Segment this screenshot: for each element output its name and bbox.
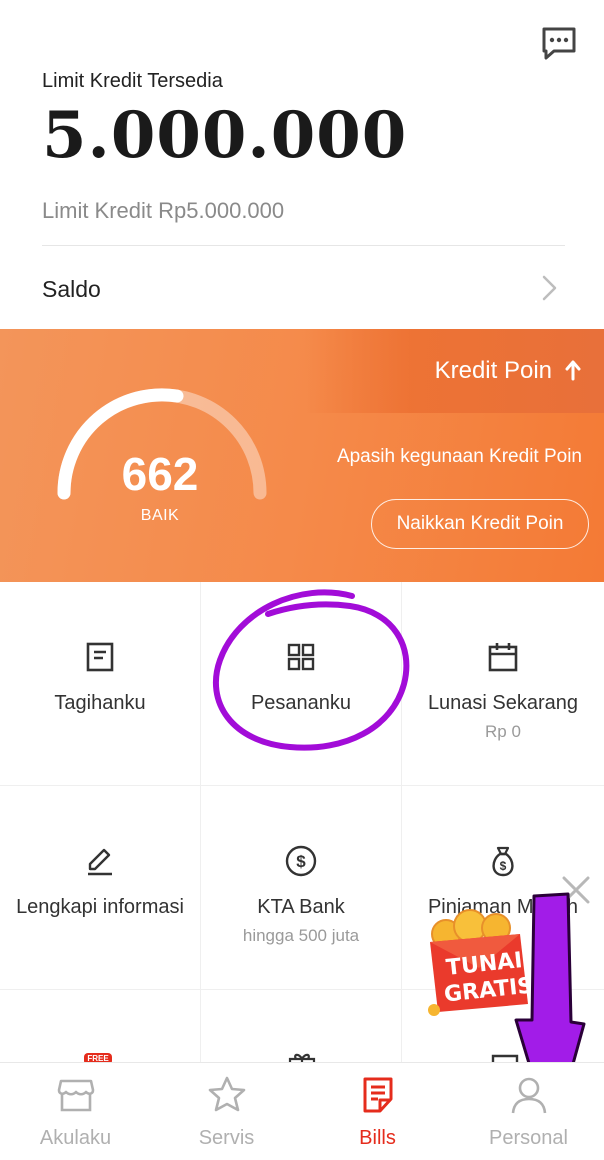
credit-point-info-link[interactable]: Apasih kegunaan Kredit Poin (337, 446, 582, 468)
grid-item-kta-bank[interactable]: $ KTA Bank hingga 500 juta (201, 786, 402, 990)
grid-item-sub: hingga 500 juta (242, 926, 360, 945)
cash-promo-banner[interactable]: TUNAI GRATIS (424, 908, 539, 1023)
credit-score-value: 662 (121, 448, 199, 500)
star-icon (208, 1076, 245, 1112)
grid-item-label: KTA Bank (257, 896, 345, 918)
bottom-navigation: Akulaku Servis Bills Personal (0, 1062, 604, 1160)
close-icon[interactable] (560, 874, 592, 906)
grid-item-pesananku[interactable]: Pesananku (201, 582, 402, 786)
grid-item-lengkapi-informasi[interactable]: Lengkapi informasi (0, 786, 201, 990)
svg-text:$: $ (500, 859, 507, 873)
grid-icon (287, 643, 315, 671)
saldo-row[interactable]: Saldo (0, 250, 604, 328)
grid-item-label: Pesananku (250, 692, 352, 714)
chat-icon[interactable] (540, 26, 578, 62)
nav-tab-label: Akulaku (39, 1127, 112, 1149)
credit-score-panel: Kredit Poin 662 BAIK Apasih kegunaan Kre… (0, 329, 604, 582)
raise-credit-button[interactable]: Naikkan Kredit Poin (371, 499, 589, 549)
chevron-right-icon (536, 274, 562, 302)
total-limit-text: Limit Kredit Rp5.000.000 (42, 198, 285, 223)
grid-item-label: Tagihanku (54, 692, 146, 714)
store-icon (57, 1079, 94, 1112)
grid-item-lunasi-sekarang[interactable]: Lunasi Sekarang Rp 0 (402, 582, 604, 786)
nav-tab-akulaku[interactable]: Akulaku (0, 1063, 151, 1160)
divider (42, 245, 565, 246)
grid-item-sub: Rp 0 (485, 722, 521, 741)
grid-item-tagihanku[interactable]: Tagihanku (0, 582, 201, 786)
grid-item-gift[interactable] (201, 990, 402, 1065)
svg-text:$: $ (296, 852, 306, 871)
calendar-icon (488, 643, 518, 672)
grid-item-label: Lengkapi informasi (16, 896, 184, 918)
nav-tab-label: Personal (489, 1127, 568, 1149)
nav-tab-label: Servis (198, 1127, 255, 1149)
nav-tab-servis[interactable]: Servis (151, 1063, 302, 1160)
money-bag-icon: $ (492, 846, 514, 877)
person-icon (511, 1077, 546, 1114)
nav-tab-label: Bills (359, 1127, 396, 1149)
dollar-circle-icon: $ (285, 845, 317, 877)
saldo-label: Saldo (42, 276, 101, 302)
grid-item-label: Lunasi Sekarang (427, 692, 579, 714)
limit-label: Limit Kredit Tersedia (42, 70, 223, 92)
available-limit-value: 5.000.000 (42, 98, 408, 173)
arrow-up-icon (564, 359, 582, 381)
credit-score-level: BAIK (140, 507, 180, 524)
bills-icon (363, 1077, 392, 1113)
pencil-icon (88, 848, 112, 876)
credit-point-title[interactable]: Kredit Poin (435, 357, 552, 385)
nav-tab-personal[interactable]: Personal (453, 1063, 604, 1160)
bill-document-icon (86, 642, 114, 672)
nav-tab-bills[interactable]: Bills (302, 1063, 453, 1160)
grid-item-free[interactable]: FREE (0, 990, 201, 1065)
